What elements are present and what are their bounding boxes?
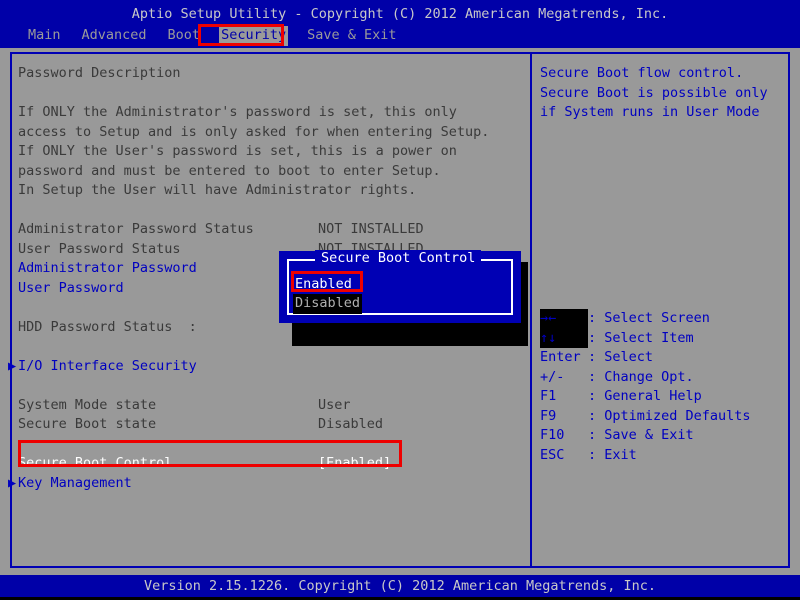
legend-description: : Save & Exit xyxy=(588,427,694,443)
setting-label xyxy=(18,435,26,455)
legend-row-f1: F1 : General Help xyxy=(540,387,792,407)
setting-label: Secure Boot Control xyxy=(18,455,173,471)
legend-row-up-down-arrow-icon: ↑↓: Select Item xyxy=(540,328,792,348)
setting-row-secure-boot-state: Secure Boot state Disabled xyxy=(18,415,526,435)
pane-divider xyxy=(530,54,532,566)
setting-row-key-management[interactable]: ▶ Key Management xyxy=(8,474,526,494)
legend-key: Enter xyxy=(540,349,581,365)
setting-row-secure-boot-control[interactable]: Secure Boot Control [Enabled] xyxy=(18,454,526,474)
legend-description: : Select Item xyxy=(588,329,694,346)
setting-label: System Mode state xyxy=(18,396,157,413)
help-line: Secure Boot flow control. xyxy=(540,65,744,81)
legend-description: : General Help xyxy=(588,388,702,404)
setting-label: User Password Status xyxy=(18,240,181,257)
bios-setup-screen: Aptio Setup Utility - Copyright (C) 2012… xyxy=(0,0,800,600)
legend-key: F1 xyxy=(540,388,557,404)
dialog-option-disabled[interactable]: Disabled xyxy=(293,294,363,314)
legend-key: F10 xyxy=(540,427,565,443)
submenu-arrow-icon: ▶ xyxy=(8,474,17,491)
dialog-option-enabled[interactable]: Enabled xyxy=(293,275,354,295)
menu-tab-save-exit[interactable]: Save & Exit xyxy=(305,26,398,46)
legend-row-f9: F9 : Optimized Defaults xyxy=(540,407,792,427)
spacer xyxy=(18,376,526,396)
description-line: If ONLY the Administrator's password is … xyxy=(18,104,457,120)
menu-tab-main[interactable]: Main xyxy=(26,26,63,46)
submenu-arrow-icon: ▶ xyxy=(8,357,17,374)
legend-description: : Select Screen xyxy=(588,310,710,326)
legend-row-key: +/- : Change Opt. xyxy=(540,368,792,388)
legend-description: : Optimized Defaults xyxy=(588,407,751,424)
setting-label xyxy=(18,376,26,396)
setting-label xyxy=(18,337,26,357)
left-right-arrow-icon: →← xyxy=(540,309,588,329)
key-legend: →←: Select Screen ↑↓: Select Item Enter: S… xyxy=(540,309,792,465)
setting-value: NOT INSTALLED xyxy=(318,221,424,237)
setting-row-i-o-interface-security[interactable]: ▶ I/O Interface Security xyxy=(8,357,526,377)
help-pane: Secure Boot flow control. Secure Boot is … xyxy=(540,64,792,556)
setting-label: Administrator Password Status xyxy=(18,221,254,237)
setting-value: Disabled xyxy=(318,416,384,432)
setting-label xyxy=(18,298,26,318)
menu-tab-advanced[interactable]: Advanced xyxy=(80,26,149,46)
secure-boot-control-dialog[interactable]: Secure Boot Control Enabled Disabled xyxy=(279,250,521,323)
footer-bar: Version 2.15.1226. Copyright (C) 2012 Am… xyxy=(0,575,800,597)
menu-bar: Main Advanced Boot Security Save & Exit xyxy=(0,26,800,46)
legend-row-left-right-arrow-icon: →←: Select Screen xyxy=(540,309,792,329)
app-title: Aptio Setup Utility - Copyright (C) 2012… xyxy=(131,6,669,22)
version-text: Version 2.15.1226. Copyright (C) 2012 Am… xyxy=(143,578,657,594)
legend-description: : Exit xyxy=(588,446,637,463)
top-banner: Aptio Setup Utility - Copyright (C) 2012… xyxy=(0,0,800,48)
setting-label: Key Management xyxy=(18,474,132,491)
description-line: In Setup the User will have Administrato… xyxy=(18,182,417,198)
legend-description: : Select xyxy=(588,349,654,365)
up-down-arrow-icon: ↑↓ xyxy=(540,328,588,348)
description-line: If ONLY the User's password is set, this… xyxy=(18,143,457,159)
setting-label: Administrator Password xyxy=(18,260,197,276)
help-line: Secure Boot is possible only xyxy=(540,84,768,101)
setting-value: User xyxy=(318,396,351,413)
legend-key: F9 xyxy=(540,407,557,424)
help-text: Secure Boot flow control. Secure Boot is … xyxy=(540,64,792,123)
legend-row-esc: ESC : Exit xyxy=(540,446,792,466)
description-line: password and must be entered to boot to … xyxy=(18,162,441,179)
legend-key: ESC xyxy=(540,446,565,463)
section-title: Password Description xyxy=(18,65,181,81)
legend-row-f10: F10 : Save & Exit xyxy=(540,426,792,446)
password-description: If ONLY the Administrator's password is … xyxy=(18,103,526,201)
legend-row-enter: Enter : Select xyxy=(540,348,792,368)
legend-description: : Change Opt. xyxy=(588,368,694,385)
setting-label: User Password xyxy=(18,279,124,296)
setting-value: [Enabled] xyxy=(318,455,392,471)
dialog-title: Secure Boot Control xyxy=(315,250,482,266)
setting-row-administrator-password-status: Administrator Password Status NOT INSTALL… xyxy=(18,220,526,240)
setting-row-system-mode-state: System Mode state User xyxy=(18,396,526,416)
description-line: access to Setup and is only asked for wh… xyxy=(18,123,490,140)
setting-label: HDD Password Status : xyxy=(18,318,197,335)
setting-label: Secure Boot state xyxy=(18,416,157,432)
legend-key: +/- xyxy=(540,368,565,385)
spacer xyxy=(18,435,526,455)
help-line: if System runs in User Mode xyxy=(540,104,760,120)
menu-tab-boot[interactable]: Boot xyxy=(166,26,203,46)
menu-tab-security[interactable]: Security xyxy=(219,26,289,46)
setting-label: I/O Interface Security xyxy=(18,357,197,374)
